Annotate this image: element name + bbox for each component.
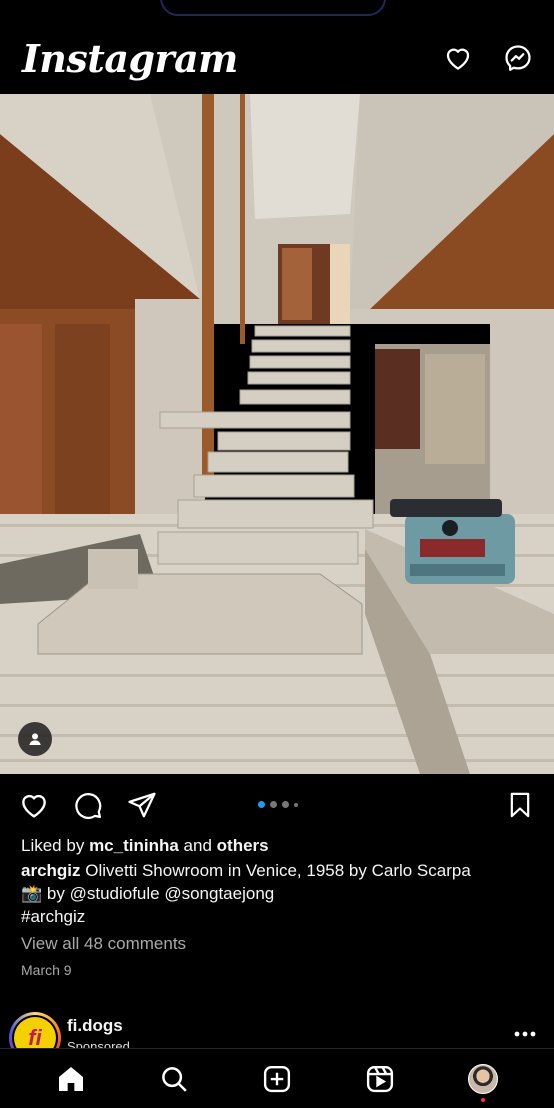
more-options-icon[interactable] xyxy=(514,1024,536,1042)
staircase-photo xyxy=(0,94,554,774)
profile-avatar[interactable] xyxy=(463,1059,503,1102)
device-notch xyxy=(160,0,386,16)
camera-emoji: 📸 xyxy=(21,884,43,903)
bookmark-icon[interactable] xyxy=(504,789,536,821)
caption-credit[interactable]: by @studiofule @songtaejong xyxy=(47,884,274,903)
tagged-users-icon[interactable] xyxy=(18,722,52,756)
liked-by-others[interactable]: others xyxy=(217,836,269,855)
bottom-nav xyxy=(0,1048,554,1108)
caption-text: Olivetti Showroom in Venice, 1958 by Car… xyxy=(85,861,471,880)
likes-connector: and xyxy=(183,836,212,855)
notification-dot xyxy=(480,1097,485,1102)
reels-icon[interactable] xyxy=(360,1059,400,1099)
post-actions xyxy=(0,774,554,836)
search-icon[interactable] xyxy=(154,1059,194,1099)
carousel-dot-1 xyxy=(258,801,265,808)
caption: archgiz Olivetti Showroom in Venice, 195… xyxy=(21,859,541,882)
carousel-dot-3 xyxy=(282,801,289,808)
likes-summary[interactable]: Liked by mc_tininha and others xyxy=(21,834,541,857)
top-bar: Instagram xyxy=(0,22,554,94)
post-caption-area: Liked by mc_tininha and others archgiz O… xyxy=(21,834,541,982)
create-icon[interactable] xyxy=(257,1059,297,1099)
status-bar xyxy=(0,0,554,22)
share-send-icon[interactable] xyxy=(126,789,158,821)
post-date: March 9 xyxy=(21,962,72,978)
carousel-dot-4 xyxy=(294,802,298,807)
messenger-icon[interactable] xyxy=(502,42,534,74)
next-post-username[interactable]: fi.dogs xyxy=(67,1016,123,1036)
comment-icon[interactable] xyxy=(72,789,104,821)
post-image[interactable] xyxy=(0,94,554,774)
liked-by-user[interactable]: mc_tininha xyxy=(89,836,179,855)
home-icon[interactable] xyxy=(51,1059,91,1099)
caption-credit-line: 📸 by @studiofule @songtaejong xyxy=(21,882,541,905)
top-actions xyxy=(442,42,534,74)
caption-username[interactable]: archgiz xyxy=(21,861,81,880)
caption-hashtag[interactable]: #archgiz xyxy=(21,905,541,928)
carousel-dot-2 xyxy=(270,801,277,808)
heart-icon[interactable] xyxy=(442,42,474,74)
profile-picture xyxy=(467,1063,498,1094)
view-comments-link[interactable]: View all 48 comments xyxy=(21,932,541,955)
like-heart-icon[interactable] xyxy=(18,789,50,821)
next-post-header: fi fi.dogs Sponsored xyxy=(0,1010,554,1064)
instagram-logo[interactable]: Instagram xyxy=(22,36,238,81)
likes-prefix: Liked by xyxy=(21,836,85,855)
carousel-indicator xyxy=(258,801,298,808)
